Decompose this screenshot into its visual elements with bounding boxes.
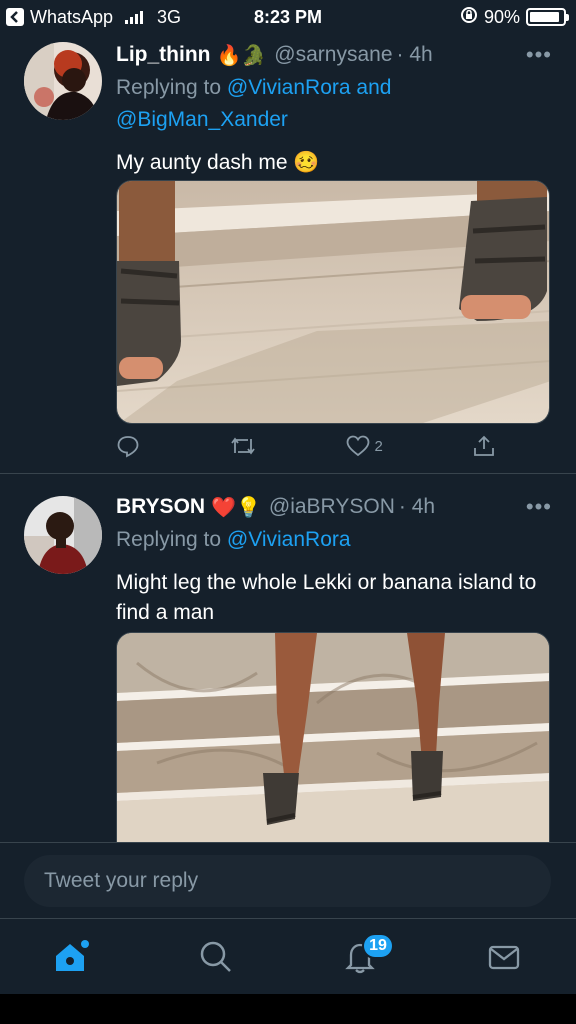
envelope-icon	[488, 945, 520, 969]
replying-prefix: Replying to	[116, 528, 222, 551]
avatar[interactable]	[24, 42, 102, 120]
back-arrow-icon[interactable]	[6, 8, 24, 26]
tweet-image[interactable]	[116, 632, 550, 842]
retweet-icon[interactable]	[229, 434, 257, 458]
tab-messages[interactable]	[474, 927, 534, 987]
status-bar: WhatsApp 3G 8:23 PM 90%	[0, 0, 576, 34]
mention-link[interactable]: @VivianRora	[227, 528, 351, 551]
name-emojis: 🔥🐊	[216, 44, 267, 67]
home-icon	[56, 939, 89, 971]
tweet-body: Lip_thinn 🔥🐊 @sarnysane · 4h ••• Replyin…	[116, 38, 552, 178]
tweet[interactable]: Lip_thinn 🔥🐊 @sarnysane · 4h ••• Replyin…	[0, 34, 576, 474]
tweet-reply-input[interactable]: Tweet your reply	[24, 855, 551, 907]
handle[interactable]: @sarnysane	[274, 43, 392, 67]
mention-and: and	[356, 76, 392, 99]
status-left: WhatsApp 3G	[6, 7, 181, 28]
tweet-text: Might leg the whole Lekki or banana isla…	[116, 571, 537, 624]
handle[interactable]: @iaBRYSON	[269, 495, 395, 519]
tweet-image[interactable]	[116, 180, 550, 424]
reply-bar: Tweet your reply	[0, 842, 576, 918]
tweet-text: My aunty dash me 🥴	[116, 151, 320, 174]
search-icon	[200, 941, 231, 972]
avatar[interactable]	[24, 496, 102, 574]
battery-percent: 90%	[483, 6, 520, 27]
reply-icon[interactable]	[116, 434, 140, 458]
notification-badge: 19	[362, 932, 394, 959]
status-right: 90%	[460, 6, 569, 29]
network-label: 3G	[157, 6, 182, 27]
tweet-header: BRYSON ❤️💡 @iaBRYSON · 4h •••	[116, 490, 552, 524]
replying-to: Replying to @VivianRora and @BigMan_Xand…	[116, 72, 552, 136]
tweet[interactable]: BRYSON ❤️💡 @iaBRYSON · 4h ••• Replying t…	[0, 476, 576, 842]
name-emojis: ❤️💡	[211, 496, 261, 519]
battery-fill	[530, 12, 559, 22]
replying-prefix: Replying to	[116, 76, 222, 99]
replying-to: Replying to @VivianRora	[116, 524, 552, 556]
heart-icon	[347, 435, 370, 457]
timestamp: · 4h	[396, 43, 433, 66]
home-indicator-area	[0, 994, 576, 1024]
back-app-label[interactable]: WhatsApp	[30, 7, 113, 28]
like-count: 2	[374, 437, 383, 455]
more-options-icon[interactable]: •••	[526, 42, 552, 68]
like-button[interactable]: 2	[346, 435, 383, 457]
tab-search[interactable]	[186, 927, 246, 987]
battery-icon	[526, 8, 569, 26]
more-options-icon[interactable]: •••	[526, 494, 552, 520]
tab-bar: 19	[0, 918, 576, 994]
tab-home[interactable]	[42, 927, 102, 987]
timestamp: · 4h	[398, 495, 436, 518]
tweet-body: BRYSON ❤️💡 @iaBRYSON · 4h ••• Replying t…	[116, 490, 552, 628]
signal-icon	[125, 10, 144, 24]
display-name[interactable]: Lip_thinn	[116, 43, 210, 67]
mention-link[interactable]: @BigMan_Xander	[116, 108, 288, 131]
tweet-header: Lip_thinn 🔥🐊 @sarnysane · 4h •••	[116, 38, 552, 72]
tweet-actions: 2	[116, 434, 496, 458]
share-icon[interactable]	[472, 434, 496, 458]
tab-notifications[interactable]: 19	[330, 927, 394, 987]
mention-link[interactable]: @VivianRora	[227, 76, 351, 99]
display-name[interactable]: BRYSON	[116, 495, 205, 519]
rotation-lock-icon	[460, 6, 478, 29]
